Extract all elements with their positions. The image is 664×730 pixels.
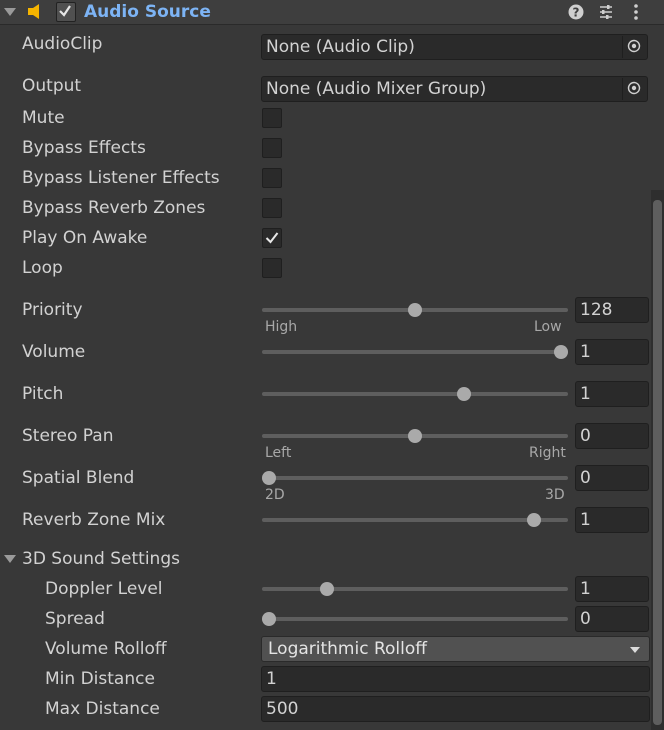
spatial-blend-slider[interactable] xyxy=(262,471,568,485)
priority-label: Priority xyxy=(22,300,83,320)
stereo-pan-slider-thumb[interactable] xyxy=(408,429,422,443)
max-distance-field[interactable]: 500 xyxy=(261,696,650,722)
volume-rolloff-dropdown[interactable]: Logarithmic Rolloff xyxy=(261,636,650,662)
spread-value: 0 xyxy=(580,609,591,629)
mute-checkbox[interactable] xyxy=(262,108,282,128)
volume-label: Volume xyxy=(22,342,86,362)
audio-clip-field[interactable]: None (Audio Clip) xyxy=(261,34,648,60)
output-label: Output xyxy=(22,76,82,96)
svg-text:?: ? xyxy=(573,6,580,20)
priority-low-label: Low xyxy=(534,319,562,335)
stereo-pan-slider[interactable] xyxy=(262,429,568,443)
bypass-listener-effects-label: Bypass Listener Effects xyxy=(22,168,220,188)
spread-field[interactable]: 0 xyxy=(575,606,649,632)
priority-field[interactable]: 128 xyxy=(575,297,649,323)
object-picker-icon[interactable] xyxy=(622,36,645,58)
spatial-blend-3d-label: 3D xyxy=(545,487,565,503)
reverb-zone-mix-slider-thumb[interactable] xyxy=(527,513,542,527)
max-distance-label: Max Distance xyxy=(45,699,160,719)
stereo-pan-value: 0 xyxy=(580,426,591,446)
component-enabled-checkbox[interactable] xyxy=(56,2,76,22)
max-distance-value: 500 xyxy=(266,699,299,719)
spread-slider[interactable] xyxy=(262,612,568,626)
volume-rolloff-label: Volume Rolloff xyxy=(45,639,167,659)
pitch-slider-thumb[interactable] xyxy=(456,387,471,401)
volume-slider[interactable] xyxy=(262,345,568,359)
audio-clip-value: None (Audio Clip) xyxy=(266,37,415,57)
play-on-awake-label: Play On Awake xyxy=(22,228,148,248)
bypass-listener-effects-checkbox[interactable] xyxy=(262,168,282,188)
output-field[interactable]: None (Audio Mixer Group) xyxy=(261,76,648,102)
doppler-level-field[interactable]: 1 xyxy=(575,576,649,602)
foldout-arrow-icon[interactable] xyxy=(4,555,16,563)
stereo-pan-right-label: Right xyxy=(529,445,566,461)
spatial-blend-2d-label: 2D xyxy=(265,487,285,503)
checkmark-icon xyxy=(265,232,279,244)
priority-slider-thumb[interactable] xyxy=(408,303,422,317)
reverb-zone-mix-value: 1 xyxy=(580,510,591,530)
output-value: None (Audio Mixer Group) xyxy=(266,79,487,99)
min-distance-label: Min Distance xyxy=(45,669,155,689)
bypass-reverb-zones-label: Bypass Reverb Zones xyxy=(22,198,206,218)
stereo-pan-left-label: Left xyxy=(265,445,292,461)
spatial-blend-field[interactable]: 0 xyxy=(575,465,649,491)
priority-value: 128 xyxy=(580,300,613,320)
pitch-label: Pitch xyxy=(22,384,64,404)
doppler-level-label: Doppler Level xyxy=(45,579,163,599)
doppler-level-slider[interactable] xyxy=(262,582,568,596)
min-distance-field[interactable]: 1 xyxy=(261,666,650,692)
doppler-level-value: 1 xyxy=(580,579,591,599)
spread-label: Spread xyxy=(45,609,105,629)
reverb-zone-mix-field[interactable]: 1 xyxy=(575,507,649,533)
spatial-blend-label: Spatial Blend xyxy=(22,468,135,488)
volume-value: 1 xyxy=(580,342,591,362)
pitch-value: 1 xyxy=(580,384,591,404)
speaker-icon xyxy=(28,4,39,19)
min-distance-value: 1 xyxy=(266,669,277,689)
sound-3d-foldout-label[interactable]: 3D Sound Settings xyxy=(22,549,180,569)
preset-icon[interactable] xyxy=(597,3,615,21)
object-picker-icon[interactable] xyxy=(622,78,645,100)
component-header[interactable]: Audio Source ? xyxy=(0,0,664,25)
spatial-blend-value: 0 xyxy=(580,468,591,488)
bypass-reverb-zones-checkbox[interactable] xyxy=(262,198,282,218)
bypass-effects-label: Bypass Effects xyxy=(22,138,146,158)
component-title: Audio Source xyxy=(84,2,211,22)
reverb-zone-mix-slider[interactable] xyxy=(262,513,568,527)
stereo-pan-field[interactable]: 0 xyxy=(575,423,649,449)
priority-high-label: High xyxy=(265,319,298,335)
mute-label: Mute xyxy=(22,108,65,128)
loop-checkbox[interactable] xyxy=(262,258,282,278)
volume-field[interactable]: 1 xyxy=(575,339,649,365)
scrollbar-thumb[interactable] xyxy=(653,200,662,725)
dropdown-arrow-icon xyxy=(630,647,640,653)
pitch-slider[interactable] xyxy=(262,387,568,401)
bypass-effects-checkbox[interactable] xyxy=(262,138,282,158)
stereo-pan-label: Stereo Pan xyxy=(22,426,114,446)
loop-label: Loop xyxy=(22,258,63,278)
pitch-field[interactable]: 1 xyxy=(575,381,649,407)
audio-clip-label: AudioClip xyxy=(22,34,103,54)
collapse-arrow-icon[interactable] xyxy=(4,8,16,16)
help-icon[interactable]: ? xyxy=(567,3,585,21)
priority-slider[interactable] xyxy=(262,303,568,317)
spread-slider-thumb[interactable] xyxy=(262,612,276,626)
play-on-awake-checkbox[interactable] xyxy=(262,228,282,248)
reverb-zone-mix-label: Reverb Zone Mix xyxy=(22,510,166,530)
spatial-blend-slider-thumb[interactable] xyxy=(262,471,276,485)
volume-slider-thumb[interactable] xyxy=(554,345,568,359)
volume-rolloff-value: Logarithmic Rolloff xyxy=(268,639,427,659)
more-icon[interactable] xyxy=(627,3,645,21)
doppler-level-slider-thumb[interactable] xyxy=(320,582,335,596)
